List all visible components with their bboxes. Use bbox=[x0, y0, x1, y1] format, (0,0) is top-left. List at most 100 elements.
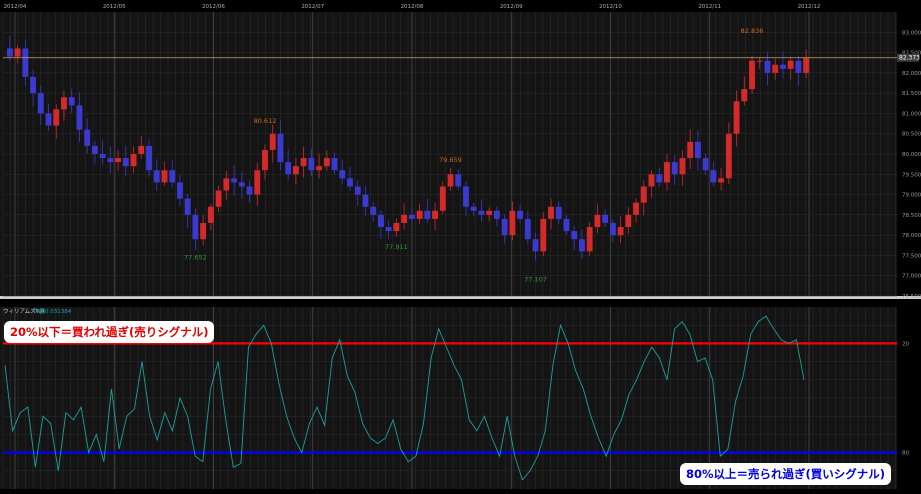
candle-body bbox=[277, 133, 284, 163]
candle-body bbox=[493, 210, 500, 219]
x-tick-label: 2012/08 bbox=[401, 4, 424, 10]
x-tick-label: 2012/05 bbox=[103, 4, 126, 10]
indicator-y-tick: 20 bbox=[902, 341, 909, 347]
buy-signal-callout: 80%以上＝売られ過ぎ(買いシグナル) bbox=[679, 463, 891, 485]
candle-body bbox=[370, 206, 377, 215]
y-tick-label: 80.000 bbox=[902, 152, 921, 158]
candle-body bbox=[200, 222, 207, 240]
x-tick-label: 2012/04 bbox=[4, 4, 27, 10]
candle-body bbox=[694, 141, 701, 159]
candle-body bbox=[586, 227, 593, 252]
candle-body bbox=[231, 178, 237, 183]
y-tick-label: 77.000 bbox=[902, 274, 921, 280]
high-annotation: 79.659 bbox=[439, 156, 462, 164]
indicator-value: 中値0.031384 bbox=[34, 307, 72, 315]
candle-body bbox=[772, 64, 779, 73]
y-tick-label: 82.000 bbox=[902, 71, 921, 77]
candle-body bbox=[432, 210, 438, 219]
candle-body bbox=[710, 170, 717, 183]
candle-body bbox=[354, 186, 361, 195]
candle-body bbox=[37, 93, 44, 114]
candle-body bbox=[470, 206, 477, 211]
candle-body bbox=[664, 162, 670, 183]
candle-body bbox=[640, 186, 647, 203]
candle-body bbox=[656, 174, 663, 183]
candle-body bbox=[331, 158, 338, 171]
candle-body bbox=[99, 154, 106, 159]
candle-body bbox=[184, 198, 191, 215]
candle-body bbox=[30, 76, 36, 94]
y-tick-label: 81.500 bbox=[902, 91, 921, 97]
candle-body bbox=[177, 182, 183, 199]
candle-body bbox=[718, 178, 725, 183]
candle-body bbox=[146, 145, 152, 171]
candle-body bbox=[416, 210, 423, 219]
candle-body bbox=[68, 97, 75, 106]
candle-body bbox=[563, 218, 570, 232]
candle-body bbox=[741, 89, 748, 102]
candle-body bbox=[269, 133, 276, 150]
candle-body bbox=[316, 166, 323, 171]
candle-body bbox=[130, 154, 137, 167]
candle-body bbox=[107, 158, 114, 163]
candle-body bbox=[223, 178, 230, 191]
candle-body bbox=[625, 214, 632, 228]
x-tick-label: 2012/06 bbox=[202, 4, 225, 10]
candle-body bbox=[385, 227, 392, 232]
candle-body bbox=[733, 101, 740, 134]
candle-body bbox=[617, 227, 624, 236]
candle-body bbox=[22, 48, 29, 77]
candle-body bbox=[463, 186, 469, 207]
candle-body bbox=[45, 113, 52, 126]
candle-body bbox=[795, 60, 802, 73]
candle-body bbox=[594, 214, 601, 228]
candle-body bbox=[501, 218, 508, 236]
sell-signal-callout: 20%以下＝買われ過ぎ(売りシグナル) bbox=[4, 321, 215, 343]
x-tick-label: 2012/11 bbox=[698, 4, 721, 10]
candle-body bbox=[478, 210, 485, 215]
candle-body bbox=[803, 57, 810, 73]
candle-body bbox=[548, 206, 554, 219]
y-tick-label: 80.500 bbox=[902, 132, 921, 138]
candle-body bbox=[153, 170, 160, 183]
candle-body bbox=[780, 64, 786, 69]
candle-body bbox=[602, 214, 609, 223]
candle-body bbox=[679, 158, 686, 175]
y-tick-label: 78.000 bbox=[902, 233, 921, 239]
candle-body bbox=[408, 214, 415, 219]
y-tick-label: 79.000 bbox=[902, 193, 921, 199]
low-annotation: 77.652 bbox=[184, 253, 207, 261]
candle-body bbox=[254, 170, 261, 195]
low-annotation: 77.107 bbox=[524, 275, 547, 283]
candle-body bbox=[555, 206, 562, 219]
candle-body bbox=[91, 145, 98, 154]
candle-body bbox=[486, 210, 493, 215]
candle-body bbox=[138, 145, 145, 154]
candle-body bbox=[61, 97, 67, 110]
panel-divider bbox=[0, 296, 921, 299]
candle-body bbox=[687, 141, 694, 159]
candle-body bbox=[76, 105, 83, 130]
candle-body bbox=[424, 210, 431, 219]
x-tick-label: 2012/09 bbox=[500, 4, 523, 10]
candle-body bbox=[517, 210, 524, 219]
candle-body bbox=[725, 133, 732, 179]
candle-body bbox=[347, 178, 353, 187]
candle-body bbox=[362, 194, 369, 207]
y-tick-label: 76.500 bbox=[902, 294, 921, 300]
candle-body bbox=[300, 158, 307, 167]
y-tick-label: 81.000 bbox=[902, 111, 921, 117]
candle-body bbox=[292, 166, 299, 175]
y-tick-label: 83.000 bbox=[902, 30, 921, 36]
low-annotation: 77.911 bbox=[385, 243, 408, 251]
candle-body bbox=[285, 162, 292, 175]
candle-body bbox=[339, 170, 346, 179]
candle-body bbox=[238, 182, 245, 187]
current-price-label: 82.373 bbox=[899, 55, 920, 62]
candle-body bbox=[756, 60, 763, 62]
y-tick-label: 78.500 bbox=[902, 213, 921, 219]
candle-body bbox=[524, 218, 531, 240]
candle-body bbox=[323, 158, 330, 167]
candle-body bbox=[14, 48, 21, 57]
candle-body bbox=[439, 186, 446, 211]
